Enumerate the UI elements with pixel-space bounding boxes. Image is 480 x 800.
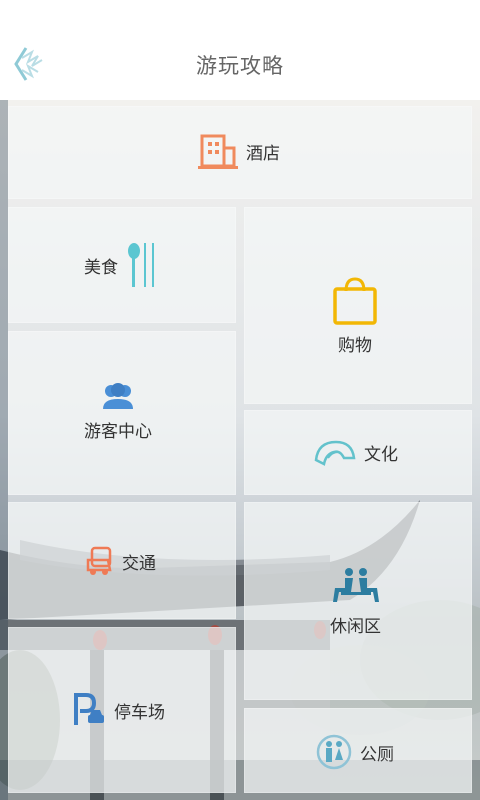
tile-transport[interactable]: 交通: [8, 502, 236, 619]
tile-hotel-label: 酒店: [246, 143, 280, 164]
tile-shopping-label: 购物: [338, 336, 372, 356]
parking-icon: [74, 693, 104, 725]
tile-transport-label: 交通: [122, 553, 156, 574]
tile-leisure-label: 休闲区: [330, 617, 381, 637]
tile-toilet-label: 公厕: [360, 744, 394, 765]
tile-parking[interactable]: 停车场: [8, 627, 236, 793]
people-icon: [103, 383, 133, 409]
tile-toilet[interactable]: 公厕: [244, 708, 472, 793]
tile-food-label: 美食: [84, 257, 118, 278]
tile-shopping[interactable]: 购物: [244, 207, 472, 404]
tile-food[interactable]: 美食: [8, 207, 236, 323]
bench-people-icon: [332, 568, 379, 602]
tile-leisure[interactable]: 休闲区: [244, 502, 472, 700]
tile-culture[interactable]: 文化: [244, 410, 472, 495]
page-title: 游玩攻略: [196, 54, 284, 78]
restroom-icon: [316, 734, 352, 770]
tile-visitor-center-label: 游客中心: [84, 422, 152, 442]
fork-knife-icon: [128, 243, 154, 287]
app-header: 游玩攻略: [0, 0, 480, 100]
fan-icon: [314, 440, 356, 466]
shopping-bag-icon: [333, 277, 377, 325]
tile-visitor-center[interactable]: 游客中心: [8, 331, 236, 495]
building-icon: [198, 134, 238, 169]
tile-hotel[interactable]: 酒店: [8, 106, 472, 199]
tile-culture-label: 文化: [364, 444, 398, 465]
tile-parking-label: 停车场: [114, 702, 165, 723]
vehicle-icon: [86, 546, 112, 575]
